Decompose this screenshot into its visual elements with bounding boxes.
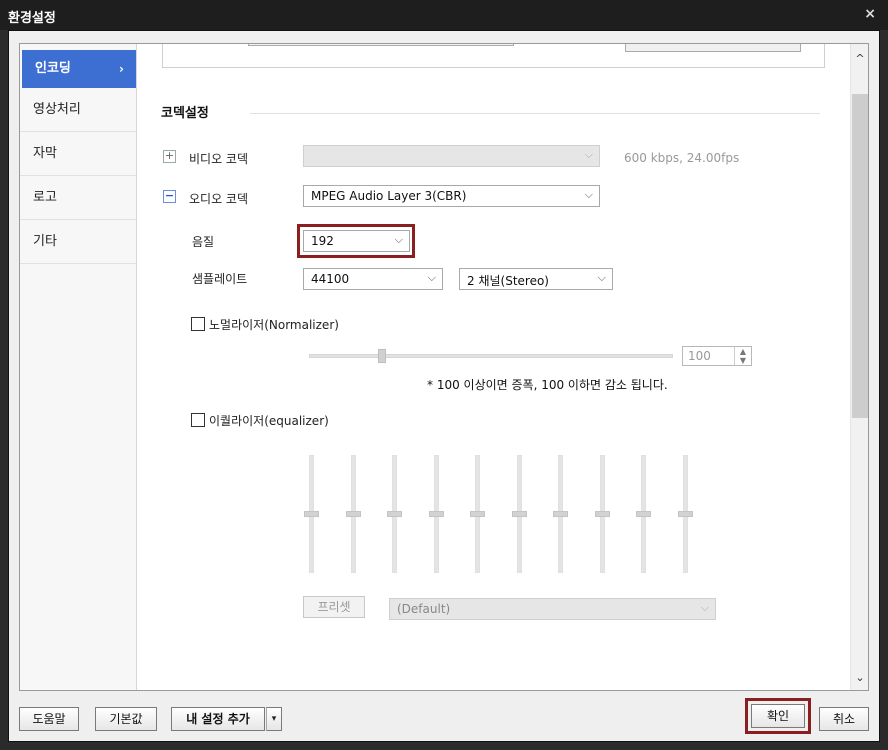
- equalizer-band-thumb: [429, 511, 444, 517]
- sidebar-item-label: 인코딩: [35, 61, 71, 76]
- quality-label: 음질: [192, 235, 215, 249]
- video-codec-label: 비디오 코덱: [189, 152, 249, 166]
- scrollbar-thumb[interactable]: [852, 94, 868, 418]
- chevron-down-icon: ⌵: [700, 601, 709, 614]
- sidebar-item-label: 영상처리: [33, 102, 81, 117]
- audio-codec-value: MPEG Audio Layer 3(CBR): [311, 189, 467, 203]
- equalizer-band-thumb: [346, 511, 361, 517]
- normalizer-slider-track[interactable]: [309, 354, 673, 358]
- add-setting-dropdown-icon[interactable]: ▾: [266, 707, 282, 731]
- normalizer-slider-thumb[interactable]: [377, 349, 386, 363]
- equalizer-band-thumb: [595, 511, 610, 517]
- sidebar-item-label: 기타: [33, 234, 57, 249]
- audio-codec-select[interactable]: MPEG Audio Layer 3(CBR) ⌵: [303, 185, 600, 207]
- sidebar-item-logo[interactable]: 로고: [20, 176, 136, 220]
- equalizer-band-thumb: [304, 511, 319, 517]
- section-divider: [250, 113, 820, 114]
- chevron-down-icon: ⌵: [584, 188, 593, 201]
- title-bar: 환경설정 ×: [0, 0, 888, 30]
- video-codec-expand-icon[interactable]: +: [163, 150, 176, 163]
- default-button[interactable]: 기본값: [95, 707, 157, 731]
- normalizer-label: 노멀라이저(Normalizer): [209, 318, 339, 332]
- preset-value: (Default): [397, 602, 451, 616]
- samplerate-select[interactable]: 44100 ⌵: [303, 268, 443, 290]
- cancel-button[interactable]: 취소: [819, 707, 869, 731]
- chevron-down-icon: ⌵: [427, 271, 436, 284]
- equalizer-band-thumb: [678, 511, 693, 517]
- equalizer-band-thumb: [512, 511, 527, 517]
- add-setting-button[interactable]: 내 설정 추가: [171, 707, 265, 731]
- channel-value: 2 채널(Stereo): [467, 274, 549, 288]
- sidebar-item-video-processing[interactable]: 영상처리: [20, 88, 136, 132]
- quality-select[interactable]: 192 ⌵: [303, 230, 410, 252]
- equalizer-band-thumb: [470, 511, 485, 517]
- section-title-codec: 코덱설정: [161, 106, 209, 121]
- previous-section-box: [162, 44, 825, 68]
- sidebar-item-label: 로고: [33, 190, 57, 205]
- ok-button[interactable]: 확인: [751, 704, 805, 728]
- video-codec-info: 600 kbps, 24.00fps: [624, 151, 740, 165]
- chevron-down-icon: ⌵: [597, 271, 606, 284]
- chevron-down-icon: ⌵: [584, 148, 593, 161]
- normalizer-value: 100: [688, 349, 711, 363]
- vertical-scrollbar[interactable]: ^ ⌄: [850, 44, 868, 690]
- normalizer-spinbox[interactable]: 100 ▲ ▼: [682, 346, 752, 366]
- sidebar-item-subtitle[interactable]: 자막: [20, 132, 136, 176]
- quality-value: 192: [311, 234, 334, 248]
- samplerate-label: 샘플레이트: [192, 272, 248, 286]
- preset-select: (Default) ⌵: [389, 598, 716, 620]
- preset-button: 프리셋: [303, 596, 365, 618]
- equalizer-band-thumb: [553, 511, 568, 517]
- main-content: 코덱설정 + 비디오 코덱 ⌵ 600 kbps, 24.00fps − 오디오…: [137, 44, 850, 690]
- chevron-down-icon: ⌵: [394, 233, 403, 246]
- audio-codec-collapse-icon[interactable]: −: [163, 190, 176, 203]
- samplerate-value: 44100: [311, 272, 350, 286]
- sidebar-item-label: 자막: [33, 146, 57, 161]
- dialog-frame: 인코딩 › 영상처리 자막 로고 기타 코덱설정 + 비디오 코덱 ⌵ 600 …: [8, 30, 880, 742]
- sidebar-item-encoding[interactable]: 인코딩 ›: [22, 50, 136, 88]
- equalizer-label: 이퀄라이저(equalizer): [209, 414, 329, 428]
- window-title: 환경설정: [8, 11, 56, 26]
- equalizer-band-thumb: [387, 511, 402, 517]
- previous-button[interactable]: [625, 44, 801, 52]
- settings-panel: 인코딩 › 영상처리 자막 로고 기타 코덱설정 + 비디오 코덱 ⌵ 600 …: [19, 43, 869, 691]
- scroll-down-icon[interactable]: ⌄: [851, 671, 868, 684]
- video-codec-select: ⌵: [303, 145, 600, 167]
- chevron-right-icon: ›: [119, 62, 124, 76]
- equalizer-band-thumb: [636, 511, 651, 517]
- close-icon[interactable]: ×: [864, 6, 876, 22]
- help-button[interactable]: 도움말: [19, 707, 79, 731]
- sidebar: 인코딩 › 영상처리 자막 로고 기타: [20, 44, 137, 690]
- previous-select[interactable]: [248, 44, 514, 46]
- spin-arrows-icon[interactable]: ▲ ▼: [734, 347, 751, 365]
- channel-select[interactable]: 2 채널(Stereo) ⌵: [459, 268, 613, 290]
- scroll-up-icon[interactable]: ^: [851, 52, 868, 65]
- audio-codec-label: 오디오 코덱: [189, 192, 249, 206]
- normalizer-note: * 100 이상이면 증폭, 100 이하면 감소 됩니다.: [427, 378, 668, 392]
- normalizer-checkbox[interactable]: [191, 317, 205, 331]
- equalizer-checkbox[interactable]: [191, 413, 205, 427]
- sidebar-item-etc[interactable]: 기타: [20, 220, 136, 264]
